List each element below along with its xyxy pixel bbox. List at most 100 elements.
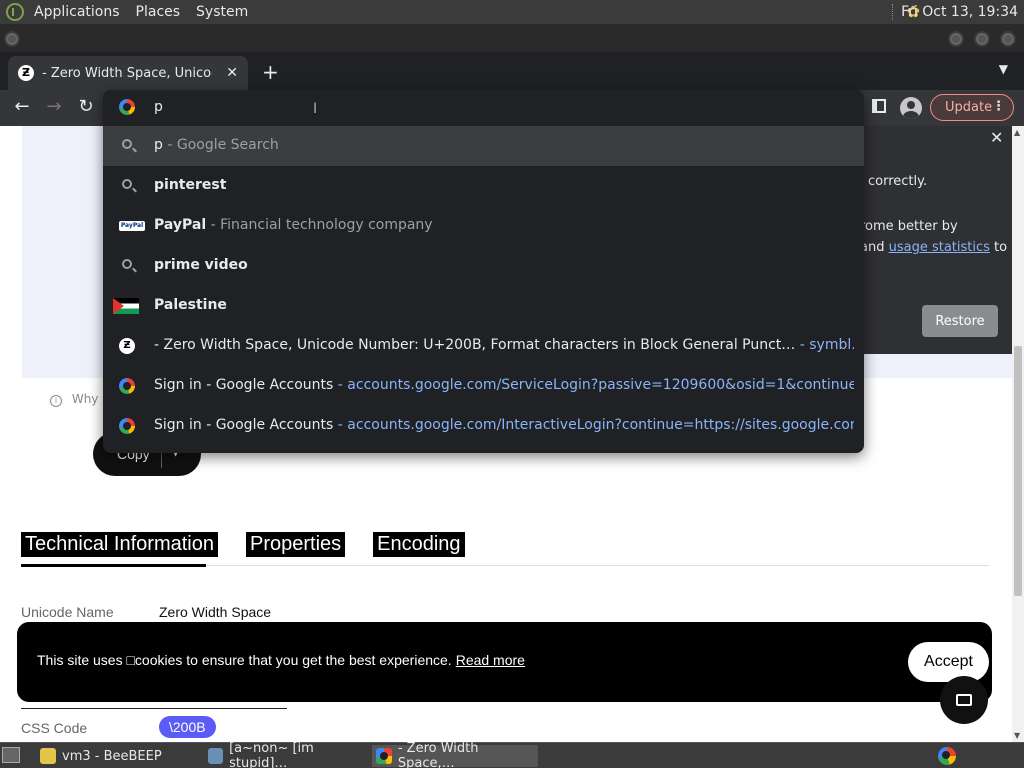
back-button[interactable]: ← xyxy=(10,96,34,117)
os-logo-icon[interactable] xyxy=(6,3,24,21)
restore-text-2: rome better by and usage statistics to xyxy=(860,216,1010,258)
menu-system[interactable]: System xyxy=(188,4,256,20)
active-tab-underline xyxy=(21,564,206,567)
suggestion-row[interactable]: prime video xyxy=(103,246,864,286)
symbl-favicon-icon: Ƶ xyxy=(18,65,34,81)
suggestion-url: - symbl.cc/en/200B/ xyxy=(799,337,854,353)
suggestion-row[interactable]: Palestine xyxy=(103,286,864,326)
suggestion-sub: - Google Search xyxy=(162,137,279,153)
restore-text-2-and: and xyxy=(860,240,889,255)
palestine-flag-icon xyxy=(113,298,139,314)
scroll-down-icon[interactable]: ▼ xyxy=(1014,731,1020,740)
suggestion-url: - accounts.google.com/InteractiveLogin?c… xyxy=(337,417,854,433)
restore-text-1: correctly. xyxy=(868,174,928,189)
tab-close-icon[interactable]: ✕ xyxy=(226,65,238,81)
info-icon: i xyxy=(50,395,62,407)
chrome-icon xyxy=(376,748,392,764)
suggestion-main: p xyxy=(154,137,163,153)
taskbar-item-beebeep[interactable]: vm3 - BeeBEEP xyxy=(36,745,196,767)
suggestion-main: pinterest xyxy=(154,177,227,193)
taskbar-item-label: [a~non~ [im stupid]… xyxy=(229,741,314,768)
info-tabs: Technical Information Properties Encodin… xyxy=(21,532,465,557)
symbl-favicon-icon: Ƶ xyxy=(119,338,137,354)
panel-grip-icon xyxy=(892,4,896,20)
address-input[interactable]: p xyxy=(154,99,163,115)
window-close-button[interactable] xyxy=(1000,31,1016,47)
tab-title: - Zero Width Space, Unicode Number: U+20… xyxy=(42,65,212,81)
chat-window-icon xyxy=(208,748,224,764)
taskbar-item-label: - Zero Width Space,… xyxy=(397,741,479,768)
cookie-banner: This site uses □cookies to ensure that y… xyxy=(17,622,992,702)
tab-encoding[interactable]: Encoding xyxy=(373,532,465,557)
side-panel-icon[interactable] xyxy=(872,99,886,113)
restore-text-2-suffix: to xyxy=(989,240,1008,255)
tab-bar: Ƶ - Zero Width Space, Unicode Number: U+… xyxy=(0,52,1024,90)
taskbar-item-label: vm3 - BeeBEEP xyxy=(62,748,162,764)
suggestion-sub: - Financial technology company xyxy=(206,217,433,233)
unicode-name-label: Unicode Name xyxy=(21,604,114,620)
taskbar-item-chrome[interactable]: - Zero Width Space,… xyxy=(372,741,538,768)
accept-button[interactable]: Accept xyxy=(908,642,989,682)
suggestion-row[interactable]: Ƶ - Zero Width Space, Unicode Number: U+… xyxy=(103,326,864,366)
new-tab-button[interactable]: + xyxy=(262,60,279,84)
restore-pages-panel: ✕ correctly. rome better by and usage st… xyxy=(860,126,1012,354)
suggestion-row[interactable]: PayPal PayPal - Financial technology com… xyxy=(103,206,864,246)
suggestion-main: prime video xyxy=(154,257,248,273)
cookie-message: This site uses □cookies to ensure that y… xyxy=(37,652,525,668)
usage-statistics-link[interactable]: usage statistics xyxy=(889,240,990,255)
taskbar: vm3 - BeeBEEP [a~non~ [im stupid]… - Zer… xyxy=(0,741,1024,768)
suggestion-row[interactable]: p - Google Search xyxy=(103,126,864,166)
chat-icon xyxy=(956,694,972,706)
scroll-up-icon[interactable]: ▲ xyxy=(1014,128,1020,137)
tab-search-chevron-icon[interactable]: ▼ xyxy=(999,62,1008,76)
update-button[interactable]: Update ⋮ xyxy=(930,94,1014,121)
window-minimize-button[interactable] xyxy=(948,31,964,47)
search-icon xyxy=(119,138,137,154)
suggestion-main: PayPal xyxy=(154,217,207,233)
google-icon xyxy=(119,418,137,434)
suggestion-main: Sign in - Google Accounts xyxy=(154,377,334,393)
paypal-logo-icon: PayPal xyxy=(119,221,145,231)
address-bar[interactable]: p I xyxy=(103,90,864,126)
restore-button[interactable]: Restore xyxy=(922,305,998,337)
window-menu-button[interactable] xyxy=(4,31,20,47)
tab-technical-information[interactable]: Technical Information xyxy=(21,532,218,557)
read-more-link[interactable]: Read more xyxy=(456,652,525,668)
close-icon[interactable]: ✕ xyxy=(990,128,1003,147)
top-panel: Applications Places System ✿ Fri Oct 13,… xyxy=(0,0,1024,25)
property-divider xyxy=(21,708,287,709)
window-maximize-button[interactable] xyxy=(974,31,990,47)
unicode-name-value: Zero Width Space xyxy=(159,604,272,620)
tab-zero-width-space[interactable]: Ƶ - Zero Width Space, Unicode Number: U+… xyxy=(8,56,248,90)
forward-button[interactable]: → xyxy=(42,96,66,117)
menu-applications[interactable]: Applications xyxy=(26,4,128,20)
css-code-value[interactable]: \200B xyxy=(159,716,216,738)
scrollbar-thumb[interactable] xyxy=(1014,346,1022,596)
suggestion-row[interactable]: pinterest xyxy=(103,166,864,206)
tab-properties[interactable]: Properties xyxy=(245,532,346,557)
omnibox-dropdown: p I p - Google Search pinterest PayPal P… xyxy=(103,90,864,453)
css-code-label: CSS Code xyxy=(21,720,88,736)
show-desktop-icon[interactable] xyxy=(2,747,20,763)
restore-text-2-prefix: rome better by xyxy=(860,219,958,234)
more-menu-icon[interactable]: ⋮ xyxy=(992,99,1005,114)
suggestion-row[interactable]: Sign in - Google Accounts - accounts.goo… xyxy=(103,406,864,446)
clock[interactable]: Fri Oct 13, 19:34 xyxy=(901,4,1018,20)
suggestion-main: - Zero Width Space, Unicode Number: U+20… xyxy=(154,337,796,353)
beebeep-icon xyxy=(40,748,56,764)
search-icon xyxy=(119,258,137,274)
menu-places[interactable]: Places xyxy=(128,4,189,20)
google-icon xyxy=(119,99,135,115)
window-titlebar xyxy=(0,25,1024,52)
google-icon xyxy=(119,378,137,394)
suggestion-row[interactable]: Sign in - Google Accounts - accounts.goo… xyxy=(103,366,864,406)
text-cursor-icon: I xyxy=(313,101,318,117)
reload-button[interactable]: ↻ xyxy=(74,96,98,117)
cookie-text: This site uses □cookies to ensure that y… xyxy=(37,652,452,668)
chat-button[interactable] xyxy=(940,676,988,724)
suggestion-main: Sign in - Google Accounts xyxy=(154,417,334,433)
chrome-tray-icon[interactable] xyxy=(938,747,956,765)
profile-avatar-icon[interactable] xyxy=(900,97,922,119)
taskbar-item-chat[interactable]: [a~non~ [im stupid]… xyxy=(204,741,368,768)
page-scrollbar[interactable]: ▲ ▼ xyxy=(1012,126,1024,742)
